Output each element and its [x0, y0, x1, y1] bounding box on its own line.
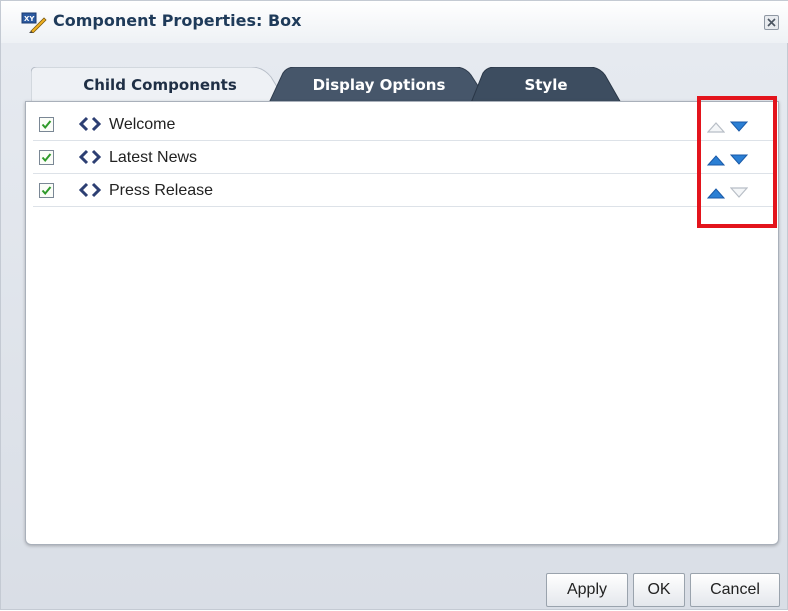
- welcome-checkbox[interactable]: [39, 117, 54, 132]
- dialog-title: Component Properties: Box: [53, 11, 302, 30]
- tab-child-components[interactable]: Child Components: [31, 67, 289, 103]
- tab-bar: Child Components Display Options Style: [31, 67, 771, 103]
- checkmark-icon: [41, 186, 52, 196]
- press-release-checkbox[interactable]: [39, 183, 54, 198]
- edit-properties-icon: XY: [21, 11, 47, 34]
- list-item: Welcome: [33, 108, 775, 141]
- tab-style[interactable]: Style: [471, 67, 621, 103]
- list-item: Press Release: [33, 174, 775, 207]
- child-component-label: Press Release: [109, 182, 214, 199]
- code-brackets-icon: [78, 116, 102, 132]
- ok-button[interactable]: OK: [633, 573, 685, 607]
- tab-display-options[interactable]: Display Options: [269, 67, 489, 103]
- child-component-label: Latest News: [109, 149, 198, 166]
- cancel-button[interactable]: Cancel: [690, 573, 780, 607]
- reorder-arrows-highlight: [697, 96, 777, 228]
- code-brackets-icon: [78, 182, 102, 198]
- component-properties-dialog: XY Component Properties: Box Child Compo…: [0, 0, 788, 610]
- tab-label: Display Options: [312, 76, 446, 94]
- list-item: Latest News: [33, 141, 775, 174]
- dialog-footer: Apply OK Cancel: [1, 561, 788, 611]
- blank-area: [191, 239, 529, 327]
- svg-text:XY: XY: [24, 15, 35, 23]
- code-brackets-icon: [78, 149, 102, 165]
- tab-label: Child Components: [83, 76, 237, 94]
- apply-button[interactable]: Apply: [546, 573, 628, 607]
- dialog-titlebar: XY Component Properties: Box: [1, 1, 788, 43]
- tab-label: Style: [524, 76, 568, 94]
- close-button[interactable]: [764, 15, 779, 30]
- checkmark-icon: [41, 153, 52, 163]
- child-component-label: Welcome: [109, 116, 176, 133]
- checkmark-icon: [41, 120, 52, 130]
- latest-news-checkbox[interactable]: [39, 150, 54, 165]
